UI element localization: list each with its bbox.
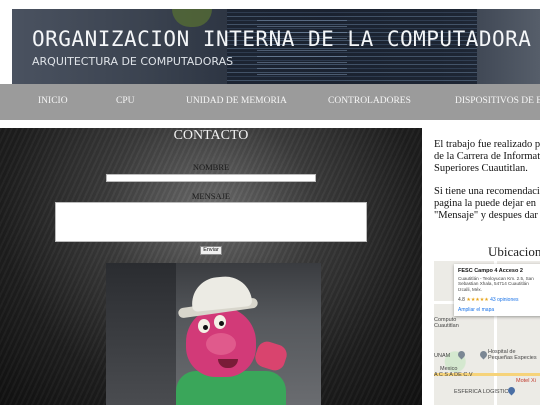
- map-label: Pequeñas Especies: [488, 355, 537, 361]
- map-label: Cuautitlan: [434, 323, 459, 329]
- recommend-line-3: "Mensaje" y despues dar: [434, 210, 538, 221]
- about-line-3: Superiores Cuautitlan.: [434, 163, 528, 174]
- character-nose: [206, 333, 236, 355]
- header-banner: ORGANIZACION INTERNA DE LA COMPUTADORA A…: [12, 9, 540, 84]
- contact-panel: CONTACTO NOMBRE MENSAJE Enviar: [0, 128, 422, 405]
- map-label: A C S A DE C.V: [434, 372, 473, 378]
- location-title: Ubicacion: [488, 244, 540, 259]
- contact-title: CONTACTO: [173, 128, 249, 143]
- character-pupil-left: [203, 325, 208, 330]
- star-rating-icon: ★★★★★: [466, 297, 489, 303]
- banner-plant-image: [172, 9, 212, 27]
- send-button[interactable]: Enviar: [200, 246, 222, 255]
- nav-item-inicio[interactable]: INICIO: [38, 96, 68, 106]
- name-input[interactable]: [106, 174, 316, 182]
- name-label: NOMBRE: [192, 162, 230, 172]
- nav-item-controladores[interactable]: CONTROLADORES: [328, 96, 411, 106]
- nav-item-cpu[interactable]: CPU: [116, 96, 134, 106]
- character-image: [106, 263, 321, 405]
- message-textarea[interactable]: [55, 202, 367, 242]
- map-place-card: FESC Campo 4 Acceso 2 Cuautitlán - Teolo…: [454, 264, 540, 316]
- nav-item-dispositivos[interactable]: DISPOSITIVOS DE E/S: [455, 96, 540, 106]
- about-line-1: El trabajo fue realizado p: [434, 139, 540, 150]
- place-rating: 4.8 ★★★★★ 43 opiniones: [458, 297, 519, 303]
- map-label: Motel Xi: [516, 378, 536, 384]
- rating-value: 4.8: [458, 297, 465, 303]
- nav-item-unidad-de-memoria[interactable]: UNIDAD DE MEMORIA: [186, 96, 287, 106]
- recommend-line-1: Si tiene una recomendaci: [434, 186, 540, 197]
- site-title: ORGANIZACION INTERNA DE LA COMPUTADORA: [32, 27, 532, 51]
- map-label: ESFERICA LOGISTIC: [454, 389, 509, 395]
- message-label: MENSAJE: [191, 191, 231, 201]
- character-hat: [189, 273, 253, 313]
- place-name: FESC Campo 4 Acceso 2: [458, 268, 523, 274]
- place-address: Cuautitlán - Teoloyucan Km. 2.5, San Seb…: [458, 276, 534, 292]
- enlarge-map-link[interactable]: Ampliar el mapa: [458, 307, 494, 313]
- about-line-2: de la Carrera de Informat: [434, 151, 540, 162]
- recommend-line-2: pagina la puede dejar en: [434, 198, 537, 209]
- main-nav: INICIO CPU UNIDAD DE MEMORIA CONTROLADOR…: [0, 84, 540, 120]
- reviews-link[interactable]: 43 opiniones: [490, 297, 518, 303]
- site-subtitle: ARQUITECTURA DE COMPUTADORAS: [32, 55, 234, 68]
- location-map[interactable]: Computo Cuautitlan Hospital de Pequeñas …: [434, 261, 540, 405]
- character-pupil-right: [219, 321, 224, 326]
- map-label: UNAM: [434, 353, 451, 359]
- image-background: [106, 263, 176, 405]
- character-hand: [252, 339, 290, 373]
